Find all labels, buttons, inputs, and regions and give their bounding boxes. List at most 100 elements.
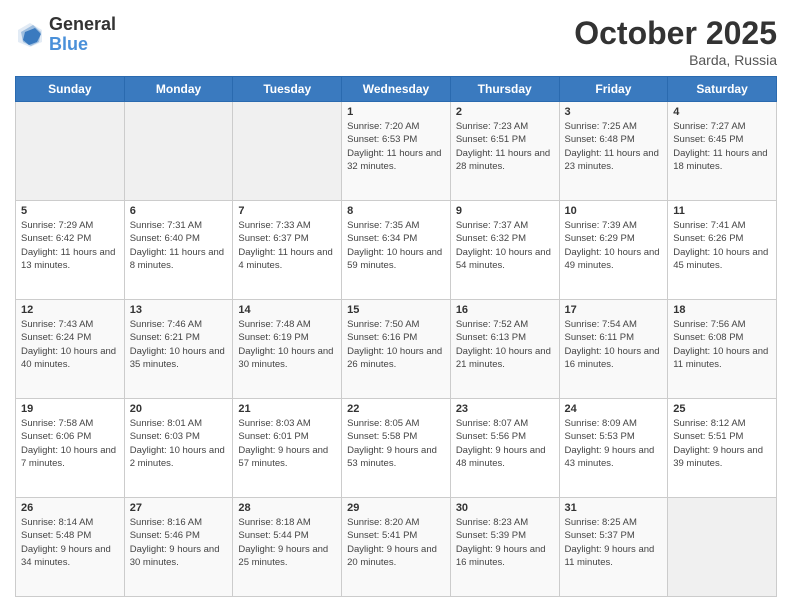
logo-general: General: [49, 15, 116, 35]
day-cell: 31 Sunrise: 8:25 AM Sunset: 5:37 PM Dayl…: [559, 498, 668, 597]
day-cell: 1 Sunrise: 7:20 AM Sunset: 6:53 PM Dayli…: [342, 102, 451, 201]
sunset-time: Sunset: 6:24 PM: [21, 332, 91, 343]
day-cell: 30 Sunrise: 8:23 AM Sunset: 5:39 PM Dayl…: [450, 498, 559, 597]
daylight-hours: Daylight: 11 hours and 18 minutes.: [673, 148, 767, 172]
day-info: Sunrise: 7:56 AM Sunset: 6:08 PM Dayligh…: [673, 318, 771, 371]
daylight-hours: Daylight: 9 hours and 53 minutes.: [347, 445, 437, 469]
day-cell: 26 Sunrise: 8:14 AM Sunset: 5:48 PM Dayl…: [16, 498, 125, 597]
daylight-hours: Daylight: 11 hours and 4 minutes.: [238, 247, 332, 271]
daylight-hours: Daylight: 10 hours and 16 minutes.: [565, 346, 660, 370]
day-info: Sunrise: 8:16 AM Sunset: 5:46 PM Dayligh…: [130, 516, 228, 569]
week-row-2: 5 Sunrise: 7:29 AM Sunset: 6:42 PM Dayli…: [16, 201, 777, 300]
sunrise-time: Sunrise: 8:16 AM: [130, 517, 202, 528]
sunset-time: Sunset: 5:46 PM: [130, 530, 200, 541]
day-cell: [668, 498, 777, 597]
day-number: 1: [347, 106, 445, 118]
sunset-time: Sunset: 5:41 PM: [347, 530, 417, 541]
daylight-hours: Daylight: 10 hours and 40 minutes.: [21, 346, 116, 370]
sunset-time: Sunset: 5:37 PM: [565, 530, 635, 541]
sunset-time: Sunset: 6:53 PM: [347, 134, 417, 145]
sunrise-time: Sunrise: 7:43 AM: [21, 319, 93, 330]
day-cell: 3 Sunrise: 7:25 AM Sunset: 6:48 PM Dayli…: [559, 102, 668, 201]
sunset-time: Sunset: 6:01 PM: [238, 431, 308, 442]
day-info: Sunrise: 7:20 AM Sunset: 6:53 PM Dayligh…: [347, 120, 445, 173]
day-number: 2: [456, 106, 554, 118]
daylight-hours: Daylight: 10 hours and 11 minutes.: [673, 346, 768, 370]
day-number: 4: [673, 106, 771, 118]
day-info: Sunrise: 8:07 AM Sunset: 5:56 PM Dayligh…: [456, 417, 554, 470]
daylight-hours: Daylight: 11 hours and 23 minutes.: [565, 148, 659, 172]
sunrise-time: Sunrise: 7:52 AM: [456, 319, 528, 330]
day-cell: 27 Sunrise: 8:16 AM Sunset: 5:46 PM Dayl…: [124, 498, 233, 597]
day-number: 13: [130, 304, 228, 316]
sunset-time: Sunset: 6:16 PM: [347, 332, 417, 343]
daylight-hours: Daylight: 10 hours and 59 minutes.: [347, 247, 442, 271]
day-info: Sunrise: 7:58 AM Sunset: 6:06 PM Dayligh…: [21, 417, 119, 470]
daylight-hours: Daylight: 9 hours and 30 minutes.: [130, 544, 220, 568]
day-info: Sunrise: 7:52 AM Sunset: 6:13 PM Dayligh…: [456, 318, 554, 371]
day-cell: 29 Sunrise: 8:20 AM Sunset: 5:41 PM Dayl…: [342, 498, 451, 597]
day-cell: 14 Sunrise: 7:48 AM Sunset: 6:19 PM Dayl…: [233, 300, 342, 399]
logo-text: General Blue: [49, 15, 116, 55]
daylight-hours: Daylight: 9 hours and 25 minutes.: [238, 544, 328, 568]
daylight-hours: Daylight: 11 hours and 8 minutes.: [130, 247, 224, 271]
day-number: 6: [130, 205, 228, 217]
day-info: Sunrise: 8:18 AM Sunset: 5:44 PM Dayligh…: [238, 516, 336, 569]
day-number: 8: [347, 205, 445, 217]
sunset-time: Sunset: 6:34 PM: [347, 233, 417, 244]
sunrise-time: Sunrise: 7:29 AM: [21, 220, 93, 231]
sunrise-time: Sunrise: 7:39 AM: [565, 220, 637, 231]
day-info: Sunrise: 7:39 AM Sunset: 6:29 PM Dayligh…: [565, 219, 663, 272]
day-info: Sunrise: 8:25 AM Sunset: 5:37 PM Dayligh…: [565, 516, 663, 569]
day-cell: 21 Sunrise: 8:03 AM Sunset: 6:01 PM Dayl…: [233, 399, 342, 498]
day-number: 18: [673, 304, 771, 316]
day-info: Sunrise: 7:46 AM Sunset: 6:21 PM Dayligh…: [130, 318, 228, 371]
day-info: Sunrise: 7:35 AM Sunset: 6:34 PM Dayligh…: [347, 219, 445, 272]
day-info: Sunrise: 8:20 AM Sunset: 5:41 PM Dayligh…: [347, 516, 445, 569]
day-cell: 2 Sunrise: 7:23 AM Sunset: 6:51 PM Dayli…: [450, 102, 559, 201]
daylight-hours: Daylight: 9 hours and 20 minutes.: [347, 544, 437, 568]
sunrise-time: Sunrise: 8:09 AM: [565, 418, 637, 429]
page: General Blue October 2025 Barda, Russia …: [0, 0, 792, 612]
daylight-hours: Daylight: 9 hours and 16 minutes.: [456, 544, 546, 568]
sunrise-time: Sunrise: 8:03 AM: [238, 418, 310, 429]
sunrise-time: Sunrise: 7:31 AM: [130, 220, 202, 231]
daylight-hours: Daylight: 9 hours and 48 minutes.: [456, 445, 546, 469]
sunrise-time: Sunrise: 8:23 AM: [456, 517, 528, 528]
sunrise-time: Sunrise: 7:37 AM: [456, 220, 528, 231]
day-number: 20: [130, 403, 228, 415]
sunrise-time: Sunrise: 8:18 AM: [238, 517, 310, 528]
sunrise-time: Sunrise: 7:41 AM: [673, 220, 745, 231]
day-info: Sunrise: 7:27 AM Sunset: 6:45 PM Dayligh…: [673, 120, 771, 173]
daylight-hours: Daylight: 9 hours and 39 minutes.: [673, 445, 763, 469]
day-cell: [16, 102, 125, 201]
day-info: Sunrise: 7:43 AM Sunset: 6:24 PM Dayligh…: [21, 318, 119, 371]
sunset-time: Sunset: 6:32 PM: [456, 233, 526, 244]
daylight-hours: Daylight: 9 hours and 57 minutes.: [238, 445, 328, 469]
day-number: 16: [456, 304, 554, 316]
daylight-hours: Daylight: 10 hours and 54 minutes.: [456, 247, 551, 271]
sunset-time: Sunset: 6:08 PM: [673, 332, 743, 343]
day-info: Sunrise: 7:50 AM Sunset: 6:16 PM Dayligh…: [347, 318, 445, 371]
day-number: 25: [673, 403, 771, 415]
day-info: Sunrise: 8:05 AM Sunset: 5:58 PM Dayligh…: [347, 417, 445, 470]
sunrise-time: Sunrise: 7:27 AM: [673, 121, 745, 132]
day-cell: 19 Sunrise: 7:58 AM Sunset: 6:06 PM Dayl…: [16, 399, 125, 498]
day-info: Sunrise: 8:03 AM Sunset: 6:01 PM Dayligh…: [238, 417, 336, 470]
sunset-time: Sunset: 6:19 PM: [238, 332, 308, 343]
day-number: 31: [565, 502, 663, 514]
day-number: 7: [238, 205, 336, 217]
day-info: Sunrise: 7:23 AM Sunset: 6:51 PM Dayligh…: [456, 120, 554, 173]
day-info: Sunrise: 7:33 AM Sunset: 6:37 PM Dayligh…: [238, 219, 336, 272]
logo-blue: Blue: [49, 35, 116, 55]
day-cell: 23 Sunrise: 8:07 AM Sunset: 5:56 PM Dayl…: [450, 399, 559, 498]
sunset-time: Sunset: 5:51 PM: [673, 431, 743, 442]
day-info: Sunrise: 7:54 AM Sunset: 6:11 PM Dayligh…: [565, 318, 663, 371]
col-thursday: Thursday: [450, 77, 559, 102]
sunrise-time: Sunrise: 7:35 AM: [347, 220, 419, 231]
day-info: Sunrise: 7:31 AM Sunset: 6:40 PM Dayligh…: [130, 219, 228, 272]
month-title: October 2025: [574, 15, 777, 52]
sunset-time: Sunset: 5:48 PM: [21, 530, 91, 541]
sunrise-time: Sunrise: 8:14 AM: [21, 517, 93, 528]
sunrise-time: Sunrise: 8:25 AM: [565, 517, 637, 528]
